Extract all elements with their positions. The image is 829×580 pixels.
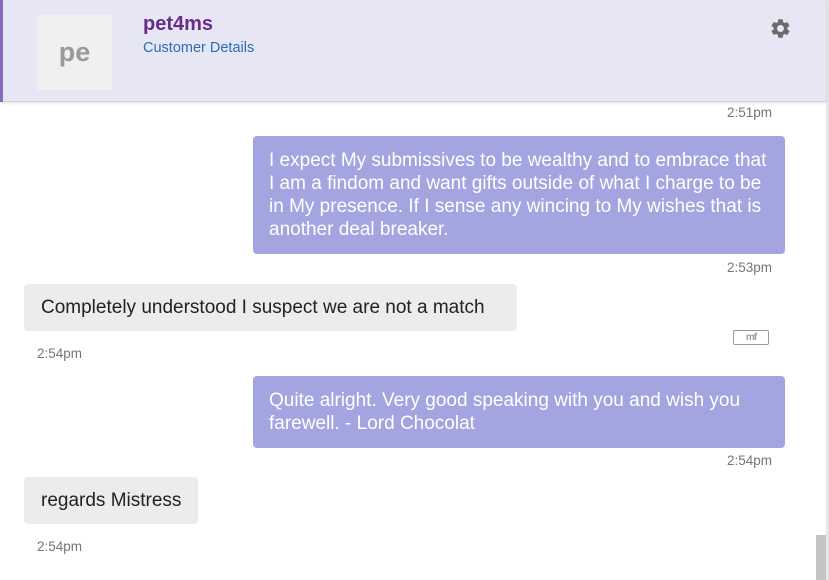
outgoing-message: I expect My submissives to be wealthy an… <box>253 136 785 254</box>
message-timestamp: 2:54pm <box>727 453 773 468</box>
gear-icon[interactable] <box>769 17 792 40</box>
message-timestamp: 2:54pm <box>37 539 83 554</box>
scrollbar-thumb[interactable] <box>816 535 826 580</box>
username[interactable]: pet4ms <box>143 13 213 36</box>
mf-badge-label: mf <box>745 332 757 343</box>
avatar[interactable]: pe <box>37 15 112 90</box>
customer-details-link[interactable]: Customer Details <box>143 40 254 56</box>
mf-logo-icon: mf <box>733 330 769 345</box>
message-timestamp: 2:53pm <box>727 260 773 275</box>
chat-header: pe pet4ms Customer Details <box>0 0 826 102</box>
incoming-message: Completely understood I suspect we are n… <box>24 284 517 331</box>
outgoing-message: Quite alright. Very good speaking with y… <box>253 376 785 448</box>
message-timestamp: 2:51pm <box>727 105 773 120</box>
message-timestamp: 2:54pm <box>37 346 83 361</box>
incoming-message: regards Mistress <box>24 477 199 524</box>
avatar-initials: pe <box>58 37 91 67</box>
